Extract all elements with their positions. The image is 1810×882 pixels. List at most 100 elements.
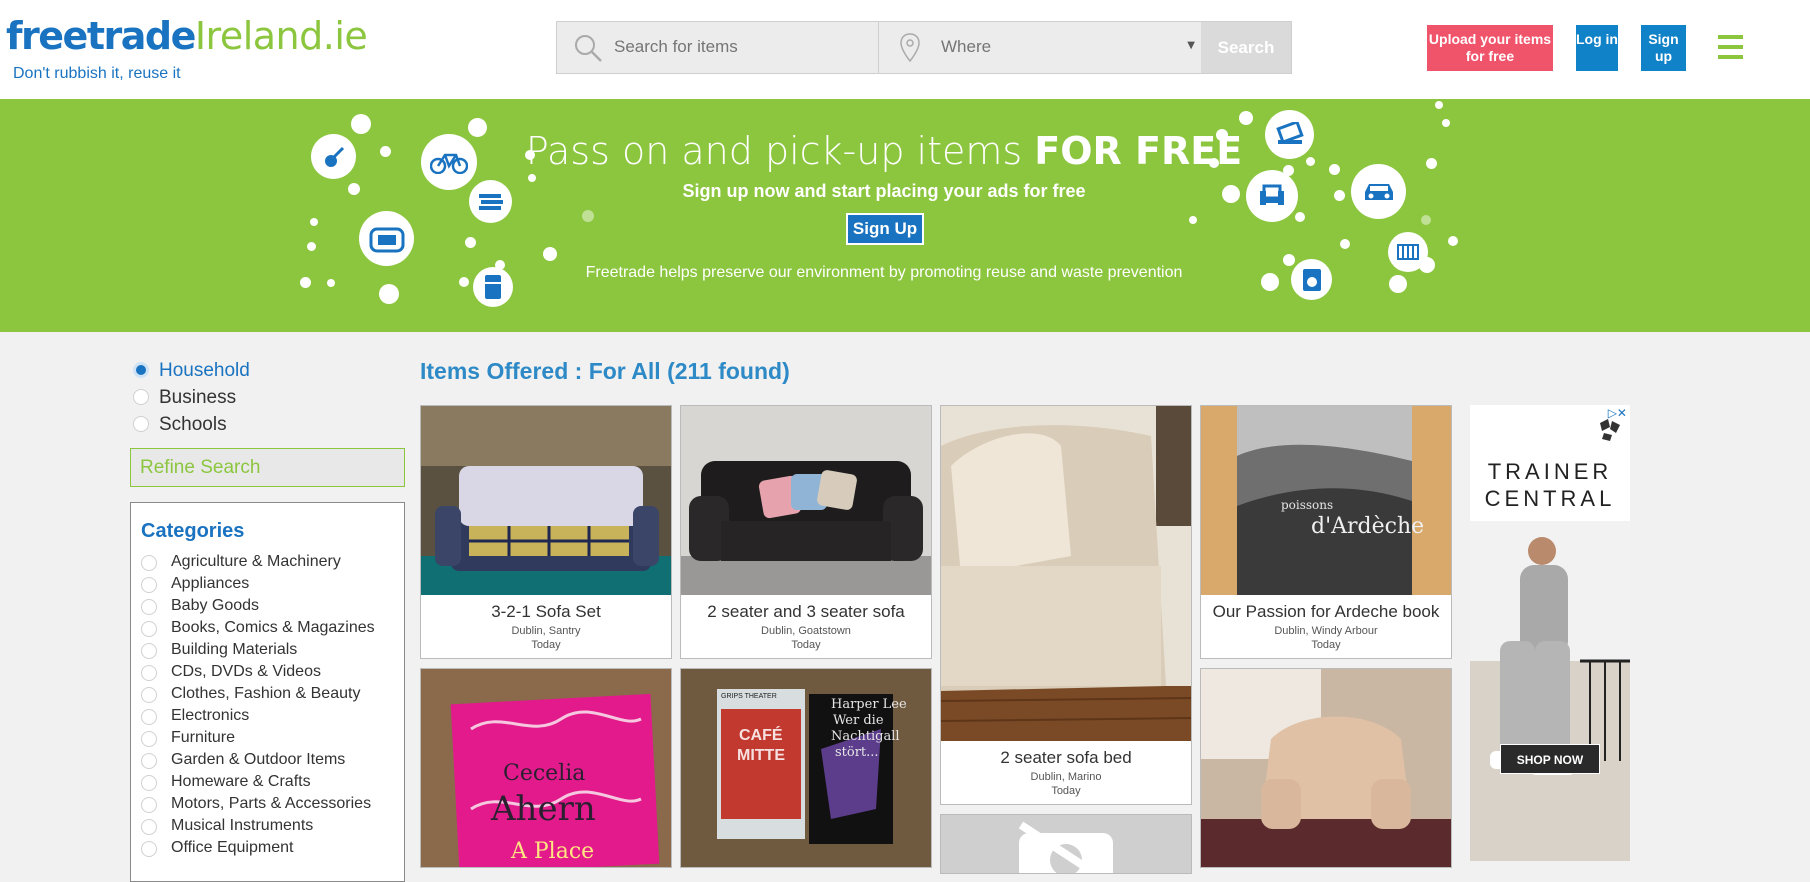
ad-brand-line2: CENTRAL [1484, 486, 1616, 511]
item-date: Today [1051, 785, 1081, 797]
item-date: Today [1311, 639, 1341, 651]
item-card[interactable]: poissons d'Ardèche Our Passion for Ardec… [1200, 405, 1452, 659]
ad-shop-now-button[interactable]: SHOP NOW [1500, 744, 1600, 774]
harper-title3: stört... [835, 745, 879, 760]
category-radio[interactable] [141, 731, 157, 747]
search-button[interactable]: Search [1201, 22, 1291, 73]
menu-icon[interactable] [1718, 35, 1743, 60]
search-where[interactable]: ▼ [879, 22, 1201, 73]
ad-brand-line1: TRAINER [1487, 459, 1613, 484]
item-photo [1201, 669, 1451, 867]
category-radio[interactable] [141, 665, 157, 681]
radio-schools[interactable] [133, 416, 149, 432]
category-label[interactable]: CDs, DVDs & Videos [171, 663, 321, 681]
cafe-line1: CAFÉ [739, 727, 783, 744]
category-radio[interactable] [141, 819, 157, 835]
category-radio[interactable] [141, 555, 157, 571]
book-cover-line2: d'Ardèche [1311, 514, 1425, 539]
washing-machine-icon [1291, 259, 1332, 300]
where-input[interactable] [939, 36, 1183, 58]
refine-search-button[interactable]: Refine Search [130, 448, 405, 487]
crib-icon [1388, 232, 1428, 272]
category-label[interactable]: Homeware & Crafts [171, 773, 311, 791]
logo-freetrade: freetrade [6, 14, 196, 58]
category-label[interactable]: Clothes, Fashion & Beauty [171, 685, 360, 703]
category-label[interactable]: Electronics [171, 707, 249, 725]
book-cover-title: poissons [1281, 498, 1333, 512]
category-label[interactable]: Appliances [171, 575, 249, 593]
radio-household[interactable] [133, 362, 149, 378]
radio-business[interactable] [133, 389, 149, 405]
harper-author: Harper Lee [831, 697, 907, 712]
banner-headline: Pass on and pick-up items FOR FREE [0, 129, 1768, 173]
item-card[interactable] [1200, 668, 1452, 868]
category-label[interactable]: Agriculture & Machinery [171, 553, 341, 571]
car-icon [1351, 164, 1406, 219]
item-photo [681, 406, 931, 595]
logo-wordmark: freetradeIreland.ie [6, 14, 368, 58]
item-card[interactable]: Cecelia Ahern A Place [420, 668, 672, 868]
item-card[interactable] [940, 814, 1192, 874]
category-label[interactable]: Building Materials [171, 641, 297, 659]
category-radio[interactable] [141, 599, 157, 615]
search-bar: ▼ Search [556, 21, 1292, 74]
category-label[interactable]: Office Equipment [171, 839, 293, 857]
item-card[interactable]: 2 seater sofa bed Dublin, Marino Today [940, 405, 1192, 805]
item-title[interactable]: Our Passion for Ardeche book [1201, 602, 1451, 622]
type-schools[interactable]: Schools [159, 414, 227, 436]
laptop-icon [1265, 110, 1314, 159]
results-title: Items Offered : For All (211 found) [420, 358, 790, 384]
book-cover-line1: poissons [1281, 498, 1334, 512]
categories-panel: Categories Agriculture & Machinery Appli… [130, 502, 405, 882]
item-title[interactable]: 3-2-1 Sofa Set [421, 602, 671, 622]
site-logo[interactable]: freetradeIreland.ie Don't rubbish it, re… [6, 14, 376, 84]
ahern-line3: A Place [511, 839, 595, 864]
item-card[interactable]: GRIPS THEATER CAFÉ MITTE Harper Lee Wer … [680, 668, 932, 868]
category-radio[interactable] [141, 841, 157, 857]
item-card[interactable]: 3-2-1 Sofa Set Dublin, Santry Today [420, 405, 672, 659]
item-card[interactable]: 2 seater and 3 seater sofa Dublin, Goats… [680, 405, 932, 659]
signup-button[interactable]: Sign up [1641, 25, 1686, 71]
banner-signup-button[interactable]: Sign Up [846, 213, 924, 245]
ad-model-photo [1470, 521, 1630, 861]
item-location: Dublin, Santry [511, 625, 581, 637]
type-household[interactable]: Household [159, 360, 250, 382]
item-date: Today [531, 639, 561, 651]
item-location: Dublin, Windy Arbour [1274, 625, 1378, 637]
promo-banner: Pass on and pick-up items FOR FREE Sign … [0, 99, 1810, 332]
category-label[interactable]: Baby Goods [171, 597, 259, 615]
category-radio[interactable] [141, 687, 157, 703]
upload-items-button[interactable]: Upload your items for free [1427, 25, 1553, 71]
category-label[interactable]: Motors, Parts & Accessories [171, 795, 371, 813]
grips-label: GRIPS THEATER [721, 693, 777, 700]
category-radio[interactable] [141, 643, 157, 659]
ahern-line2: Ahern [491, 789, 596, 829]
headline-text: Pass on and pick-up items [525, 129, 1035, 173]
login-button[interactable]: Log in [1576, 25, 1618, 71]
banner-note: Freetrade helps preserve our environment… [585, 264, 1183, 281]
type-business[interactable]: Business [159, 387, 236, 409]
category-radio[interactable] [141, 753, 157, 769]
category-label[interactable]: Books, Comics & Magazines [171, 619, 375, 637]
category-label[interactable]: Furniture [171, 729, 235, 747]
category-radio[interactable] [141, 621, 157, 637]
category-label[interactable]: Garden & Outdoor Items [171, 751, 345, 769]
no-photo-icon [1018, 821, 1113, 873]
item-photo [941, 406, 1191, 741]
search-input[interactable] [612, 36, 866, 58]
category-radio[interactable] [141, 709, 157, 725]
item-title[interactable]: 2 seater and 3 seater sofa [681, 602, 931, 622]
harper-title2: Nachtigall [831, 729, 900, 744]
item-title[interactable]: 2 seater sofa bed [941, 748, 1191, 768]
search-what [557, 22, 879, 73]
ahern-line1: Cecelia [503, 761, 586, 786]
category-label[interactable]: Musical Instruments [171, 817, 313, 835]
category-radio[interactable] [141, 797, 157, 813]
chevron-down-icon: ▼ [1187, 40, 1195, 51]
item-photo [421, 406, 671, 595]
category-radio[interactable] [141, 577, 157, 593]
logo-ireland-ie: Ireland.ie [194, 14, 368, 58]
site-header: freetradeIreland.ie Don't rubbish it, re… [0, 0, 1810, 99]
category-radio[interactable] [141, 775, 157, 791]
advertisement[interactable]: ▷✕ TRAINER CENTRAL SHOP NOW [1470, 405, 1630, 861]
